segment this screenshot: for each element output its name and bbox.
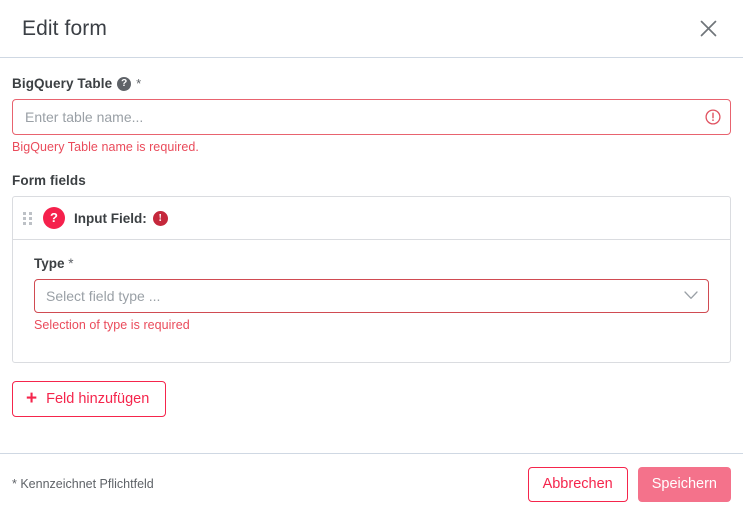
close-icon[interactable] xyxy=(693,14,723,44)
edit-form-dialog: Edit form BigQuery Table ? * BigQuer xyxy=(0,0,743,514)
add-field-button-label: Feld hinzufügen xyxy=(46,391,150,407)
type-label-row: Type * xyxy=(34,256,709,271)
bigquery-table-input[interactable] xyxy=(12,99,731,135)
help-circle-icon[interactable]: ? xyxy=(117,76,132,91)
form-fields-section-label: Form fields xyxy=(12,173,86,188)
field-type-select[interactable]: Select field type ... xyxy=(34,279,709,313)
add-field-button[interactable]: + Feld hinzufügen xyxy=(12,381,167,417)
plus-icon: + xyxy=(26,388,38,409)
type-label: Type xyxy=(34,256,65,271)
drag-dot xyxy=(29,216,32,220)
unknown-field-type-icon[interactable]: ? xyxy=(43,207,65,229)
save-button[interactable]: Speichern xyxy=(637,466,731,502)
field-type-select-wrap: Select field type ... xyxy=(34,279,709,313)
drag-dot xyxy=(29,221,32,225)
bigquery-table-label-row: BigQuery Table ? * xyxy=(12,76,731,91)
drag-handle-icon[interactable] xyxy=(23,211,34,226)
close-icon-glyph xyxy=(700,20,716,37)
dialog-body: BigQuery Table ? * BigQuery Table name i… xyxy=(0,58,743,453)
drag-dot xyxy=(23,216,26,220)
drag-dot xyxy=(23,211,26,215)
drag-dot xyxy=(29,211,32,215)
bigquery-table-input-wrap xyxy=(12,99,731,135)
dialog-header: Edit form xyxy=(0,0,743,58)
page-title: Edit form xyxy=(22,16,107,40)
drag-dot xyxy=(23,221,26,225)
bigquery-table-error: BigQuery Table name is required. xyxy=(12,140,199,154)
form-field-card-body: Type * Select field type ... Selection o… xyxy=(13,240,730,362)
required-field-note: * Kennzeichnet Pflichtfeld xyxy=(12,477,154,491)
type-required-marker: * xyxy=(68,256,74,271)
footer-actions: Abbrechen Speichern xyxy=(527,466,731,502)
alert-circle-icon: ! xyxy=(152,210,168,226)
form-field-card-title: Input Field: xyxy=(74,210,147,226)
field-type-error: Selection of type is required xyxy=(34,318,190,332)
bigquery-table-label: BigQuery Table xyxy=(12,76,113,91)
dialog-footer: * Kennzeichnet Pflichtfeld Abbrechen Spe… xyxy=(0,453,743,514)
form-field-card-header: ? Input Field: ! xyxy=(13,197,730,240)
required-marker: * xyxy=(136,76,142,91)
cancel-button[interactable]: Abbrechen xyxy=(527,466,628,502)
field-type-select-placeholder: Select field type ... xyxy=(46,288,161,304)
form-field-card: ? Input Field: ! Type * Select field typ… xyxy=(12,196,731,363)
form-field-card-title-row: Input Field: ! xyxy=(74,210,168,226)
